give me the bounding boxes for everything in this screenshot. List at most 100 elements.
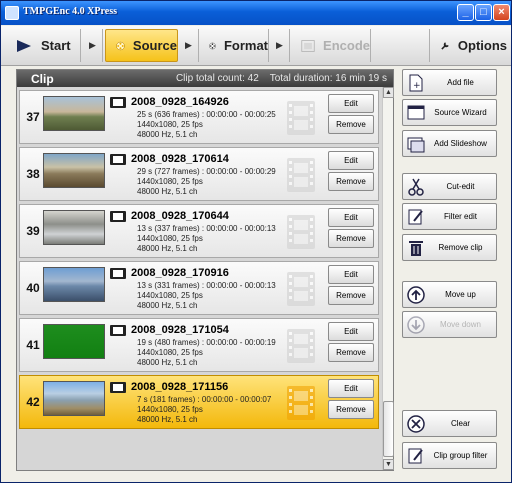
clip-row[interactable]: 37 2008_0928_164926 25 s (636 frames) : 00… [19, 90, 379, 144]
clip-panel-header: Clip Clip total count: 42 Total duration… [17, 70, 393, 87]
filter-edit-button[interactable]: Filter edit [402, 203, 497, 230]
remove-button[interactable]: Remove [328, 343, 374, 362]
film-icon [110, 268, 126, 279]
clip-number: 40 [26, 281, 40, 295]
scrollbar-thumb[interactable] [383, 401, 394, 457]
clip-name: 2008_0928_164926 [131, 96, 229, 108]
clip-row[interactable]: 40 2008_0928_170916 13 s (331 frames) : 00… [19, 261, 379, 315]
move-up-label: Move up [445, 290, 476, 299]
clip-thumbnail [43, 153, 105, 188]
clip-total-duration: Total duration: 16 min 19 s [269, 73, 387, 84]
clip-row[interactable]: 38 2008_0928_170614 29 s (727 frames) : 00… [19, 147, 379, 201]
film-icon [110, 382, 126, 393]
clip-row[interactable]: 42 2008_0928_171156 7 s (181 frames) : 00:… [19, 375, 379, 429]
source-wizard-button[interactable]: Source Wizard [402, 99, 497, 126]
edit-button[interactable]: Edit [328, 94, 374, 113]
clip-name: 2008_0928_170916 [131, 267, 229, 279]
remove-clip-label: Remove clip [438, 243, 483, 252]
edit-button[interactable]: Edit [328, 208, 374, 227]
minimize-button[interactable]: _ [457, 4, 474, 21]
clip-resolution: 1440x1080, 25 fps [137, 177, 203, 186]
add-file-button[interactable]: + Add file [402, 69, 497, 96]
close-button[interactable]: × [493, 4, 510, 21]
cut-edit-button[interactable]: Cut-edit [402, 173, 497, 200]
remove-button[interactable]: Remove [328, 286, 374, 305]
clip-number: 38 [26, 167, 40, 181]
remove-button[interactable]: Remove [328, 115, 374, 134]
options-button[interactable]: Options [429, 29, 507, 62]
move-down-button[interactable]: Move down [402, 311, 497, 338]
wrench-icon [441, 41, 449, 50]
arrow-down-icon [407, 316, 425, 334]
clip-resolution: 1440x1080, 25 fps [137, 405, 203, 414]
move-up-button[interactable]: Move up [402, 281, 497, 308]
filter-edit-icon [408, 209, 423, 225]
clip-name: 2008_0928_171054 [131, 324, 229, 336]
play-icon [17, 39, 31, 52]
edit-button[interactable]: Edit [328, 265, 374, 284]
edit-button[interactable]: Edit [328, 379, 374, 398]
scissors-icon [408, 178, 424, 196]
clip-group-filter-icon [408, 448, 423, 464]
clip-thumbnail [43, 210, 105, 245]
options-label: Options [457, 38, 507, 53]
edit-button[interactable]: Edit [328, 151, 374, 170]
scroll-down-arrow-icon[interactable]: ▼ [383, 459, 394, 470]
cut-edit-label: Cut-edit [446, 182, 475, 191]
arrow-right-icon: ▶ [179, 29, 199, 62]
start-label: Start [41, 38, 71, 53]
edit-button[interactable]: Edit [328, 322, 374, 341]
film-reel-icon [116, 41, 125, 50]
add-file-icon: + [409, 74, 423, 92]
arrow-up-icon [407, 286, 425, 304]
film-strip-icon [282, 270, 320, 308]
clip-resolution: 1440x1080, 25 fps [137, 348, 203, 357]
clip-number: 42 [26, 395, 40, 409]
start-button[interactable]: Start [5, 29, 81, 62]
clear-button[interactable]: Clear [402, 410, 497, 437]
film-strip-icon [282, 213, 320, 251]
add-file-label: Add file [447, 78, 474, 87]
clip-duration: 7 s (181 frames) : 00:00:00 - 00:00:07 [137, 395, 272, 404]
film-strip-icon [282, 156, 320, 194]
encode-button[interactable]: Encode [291, 29, 371, 62]
film-strip-icon [282, 384, 320, 422]
clip-row[interactable]: 41 2008_0928_171054 19 s (480 frames) : 00… [19, 318, 379, 372]
film-icon [110, 325, 126, 336]
clip-info: 25 s (636 frames) : 00:00:00 - 00:00:25 1… [137, 110, 276, 140]
scroll-up-arrow-icon[interactable]: ▲ [383, 87, 394, 98]
app-icon [5, 6, 19, 20]
film-icon [110, 154, 126, 165]
clip-resolution: 1440x1080, 25 fps [137, 291, 203, 300]
clip-resolution: 1440x1080, 25 fps [137, 234, 203, 243]
clip-summary: Clip total count: 42 Total duration: 16 … [176, 73, 387, 84]
title-bar[interactable]: TMPGEnc 4.0 XPress _ □ × [1, 1, 511, 25]
clip-number: 37 [26, 110, 40, 124]
clip-info: 7 s (181 frames) : 00:00:00 - 00:00:07 14… [137, 395, 271, 425]
remove-clip-button[interactable]: Remove clip [402, 234, 497, 261]
format-button[interactable]: Format [199, 29, 269, 62]
app-window: TMPGEnc 4.0 XPress _ □ × Start ▶ Source … [0, 0, 512, 483]
source-button[interactable]: Source [105, 29, 178, 62]
remove-button[interactable]: Remove [328, 172, 374, 191]
clip-audio: 48000 Hz, 5.1 ch [137, 187, 198, 196]
add-slideshow-button[interactable]: Add Slideshow [402, 130, 497, 157]
clip-info: 13 s (331 frames) : 00:00:00 - 00:00:13 1… [137, 281, 276, 311]
clip-row[interactable]: 39 2008_0928_170644 13 s (337 frames) : 00… [19, 204, 379, 258]
source-label: Source [132, 38, 177, 53]
source-wizard-label: Source Wizard [434, 108, 487, 117]
clip-info: 13 s (337 frames) : 00:00:00 - 00:00:13 1… [137, 224, 276, 254]
remove-button[interactable]: Remove [328, 229, 374, 248]
clip-list-scrollbar[interactable]: ▲ ▼ [382, 87, 394, 470]
clip-duration: 19 s (480 frames) : 00:00:00 - 00:00:19 [137, 338, 276, 347]
film-strip-icon [282, 327, 320, 365]
clip-thumbnail [43, 267, 105, 302]
wizard-icon [407, 105, 425, 120]
trash-icon [409, 241, 423, 256]
clip-group-filter-label: Clip group filter [433, 451, 488, 460]
remove-button[interactable]: Remove [328, 400, 374, 419]
clip-number: 41 [26, 338, 40, 352]
clip-group-filter-button[interactable]: Clip group filter [402, 442, 497, 469]
maximize-button[interactable]: □ [475, 4, 492, 21]
film-reel-icon [209, 42, 216, 49]
